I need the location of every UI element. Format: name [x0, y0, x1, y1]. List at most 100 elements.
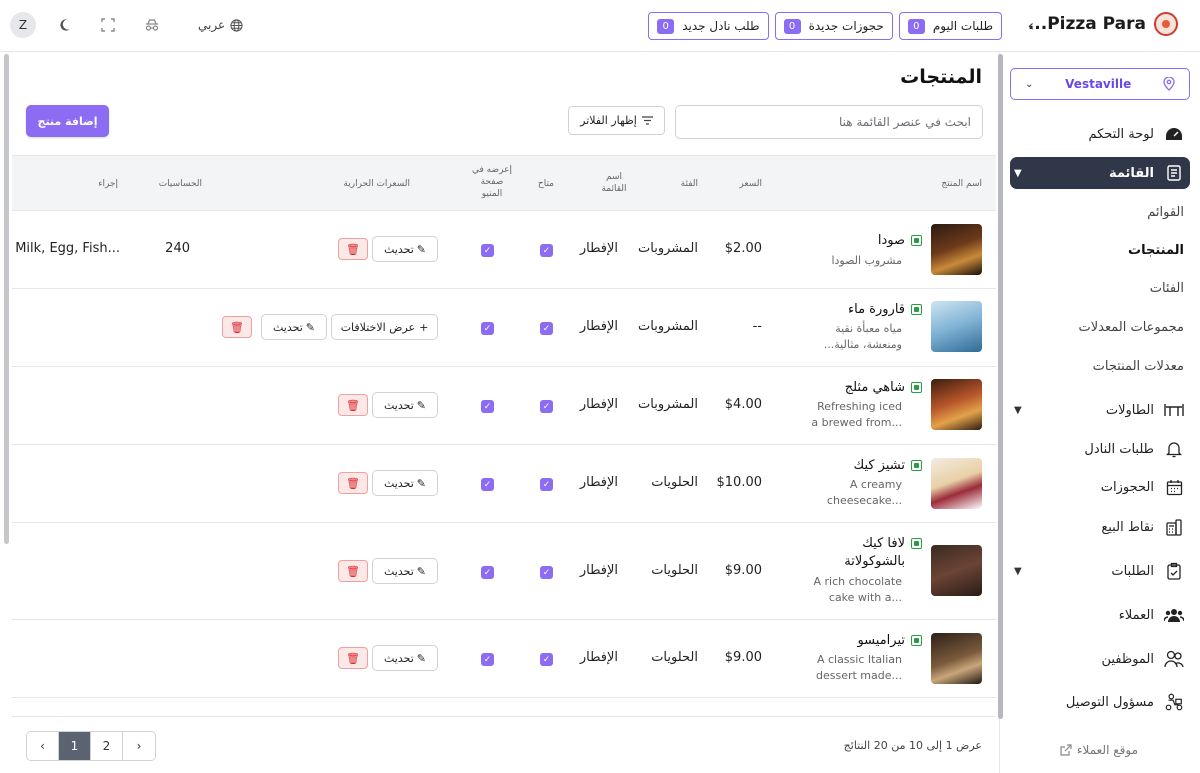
sidebar-sub-products[interactable]: المنتجات [1128, 243, 1184, 258]
pagination-next[interactable]: › [123, 732, 155, 760]
page-scrollbar[interactable] [4, 54, 9, 544]
new-waiter-request-chip[interactable]: طلب نادل جديد 0 [648, 12, 769, 40]
today-orders-chip[interactable]: طلبات اليوم 0 [898, 12, 1002, 40]
sidebar-item-orders[interactable]: الطلبات ▼ [1010, 555, 1190, 587]
table-footer: ‹ 1 2 › عرض 1 إلى 10 من 20 النتائج [12, 716, 996, 773]
location-selector[interactable]: Vestaville ⌄ [1010, 68, 1190, 100]
product-allergens: Milk, Egg, Fish... [15, 241, 120, 256]
header-available: متاح [537, 179, 554, 189]
available-checkbox[interactable]: ✓ [540, 566, 553, 579]
edit-icon: ✎ [416, 398, 427, 412]
update-button[interactable]: ✎ تحديث [372, 645, 438, 671]
product-image [931, 633, 982, 684]
sidebar-sub-categories[interactable]: الفئات [1150, 281, 1184, 296]
update-label: تحديث [383, 564, 414, 578]
update-button[interactable]: ✎ تحديث [261, 314, 327, 340]
product-price: $4.00 [724, 397, 762, 412]
show-on-menu-checkbox[interactable]: ✓ [481, 244, 494, 257]
product-category: الحلويات [651, 475, 698, 490]
sidebar-item-pos[interactable]: نقاط البيع [1010, 511, 1190, 543]
delete-button[interactable]: 🗑 [338, 238, 368, 260]
delete-button[interactable]: 🗑 [338, 472, 368, 494]
sidebar-item-delivery[interactable]: مسؤول التوصيل [1010, 686, 1190, 718]
sidebar-item-menu[interactable]: القائمة ▼ [1010, 157, 1190, 189]
sidebar-item-waiter-requests[interactable]: طلبات النادل [1010, 433, 1190, 465]
trash-icon: 🗑 [346, 651, 360, 665]
product-description: مياه معبأة نقية ومنعشة، مثالية... [823, 322, 902, 351]
show-on-menu-checkbox[interactable]: ✓ [481, 322, 494, 335]
sidebar-sub-product-modifiers[interactable]: معدلات المنتجات [1093, 359, 1184, 374]
table-scrollbar[interactable] [998, 54, 1003, 719]
sidebar-item-label: الطاولات [1105, 402, 1154, 418]
brand[interactable]: Pizza Para... [1028, 12, 1178, 36]
products-panel: المنتجات إضافة منتج إظهار الفلاتر اسم ال… [12, 52, 996, 773]
add-product-button[interactable]: إضافة منتج [26, 105, 109, 137]
show-on-menu-checkbox[interactable]: ✓ [481, 400, 494, 413]
sidebar-sub-modifier-groups[interactable]: مجموعات المعدلات [1078, 320, 1184, 335]
header-calories: السعرات الحرارية [343, 179, 410, 189]
available-checkbox[interactable]: ✓ [540, 653, 553, 666]
menu-book-icon [1164, 163, 1184, 183]
pagination-prev[interactable]: ‹ [27, 732, 59, 760]
table-row: قارورة ماء مياه معبأة نقية ومنعشة، مثالي… [12, 289, 996, 367]
product-description: مشروب الصودا [831, 254, 902, 267]
pagination-page[interactable]: 2 [91, 732, 123, 760]
sidebar-sub-menus[interactable]: القوائم [1147, 205, 1184, 220]
chip-label: حجوزات جديدة [808, 19, 884, 33]
product-name: لافا كيك بالشوكولاتة [842, 535, 922, 571]
dark-mode-moon-icon[interactable] [54, 15, 74, 35]
incognito-icon[interactable] [142, 15, 162, 35]
available-checkbox[interactable]: ✓ [540, 478, 553, 491]
available-checkbox[interactable]: ✓ [540, 322, 553, 335]
trash-icon: 🗑 [346, 242, 360, 256]
update-label: تحديث [383, 398, 414, 412]
edit-icon: ✎ [416, 476, 427, 490]
trash-icon: 🗑 [346, 564, 360, 578]
delete-button[interactable]: 🗑 [338, 647, 368, 669]
delete-button[interactable]: 🗑 [222, 316, 252, 338]
collapse-sidebar-chevron-icon[interactable]: ‹ [1028, 16, 1034, 35]
update-button[interactable]: ✎ تحديث [372, 392, 438, 418]
sidebar-item-customers[interactable]: العملاء [1010, 599, 1190, 631]
fullscreen-icon[interactable] [98, 15, 118, 35]
sidebar-item-tables[interactable]: الطاولات ▼ [1010, 394, 1190, 426]
delete-button[interactable]: 🗑 [338, 394, 368, 416]
delete-button[interactable]: 🗑 [338, 560, 368, 582]
product-price: $2.00 [724, 241, 762, 256]
update-label: تحديث [272, 320, 303, 334]
chip-count: 0 [783, 18, 801, 34]
user-avatar[interactable]: Z [10, 12, 36, 38]
sidebar-item-reservations[interactable]: الحجوزات [1010, 471, 1190, 503]
users-icon [1164, 605, 1184, 625]
sidebar-item-label: لوحة التحكم [1088, 126, 1154, 142]
update-button[interactable]: ✎ تحديث [372, 470, 438, 496]
sidebar-item-dashboard[interactable]: لوحة التحكم [1010, 118, 1190, 150]
header-category: الفئة [680, 179, 698, 189]
show-on-menu-checkbox[interactable]: ✓ [481, 478, 494, 491]
update-button[interactable]: ✎ تحديث [372, 558, 438, 584]
chip-label: طلبات اليوم [932, 19, 993, 33]
product-menu: الإفطار [579, 650, 618, 665]
show-on-menu-checkbox[interactable]: ✓ [481, 653, 494, 666]
update-button[interactable]: ✎ تحديث [372, 236, 438, 262]
pagination-page[interactable]: 1 [59, 732, 91, 760]
language-switch[interactable]: عربي [198, 18, 243, 32]
update-label: تحديث [383, 242, 414, 256]
sidebar-item-staff[interactable]: الموظفين [1010, 643, 1190, 675]
show-on-menu-checkbox[interactable]: ✓ [481, 566, 494, 579]
clipboard-check-icon [1164, 561, 1184, 581]
bell-icon [1164, 439, 1184, 459]
search-input[interactable] [675, 105, 983, 139]
product-name-text: تشيز كيك [853, 458, 905, 473]
product-image [931, 545, 982, 596]
available-checkbox[interactable]: ✓ [540, 400, 553, 413]
customer-site-link[interactable]: موقع العملاء [1060, 743, 1138, 757]
update-label: تحديث [383, 476, 414, 490]
show-filters-button[interactable]: إظهار الفلاتر [568, 106, 665, 135]
show-variations-button[interactable]: + عرض الاختلافات [331, 314, 438, 340]
header-action: إجراء [98, 179, 118, 189]
trash-icon: 🗑 [346, 476, 360, 490]
sidebar-item-label: الطلبات [1111, 563, 1154, 579]
available-checkbox[interactable]: ✓ [540, 244, 553, 257]
new-reservations-chip[interactable]: حجوزات جديدة 0 [774, 12, 893, 40]
